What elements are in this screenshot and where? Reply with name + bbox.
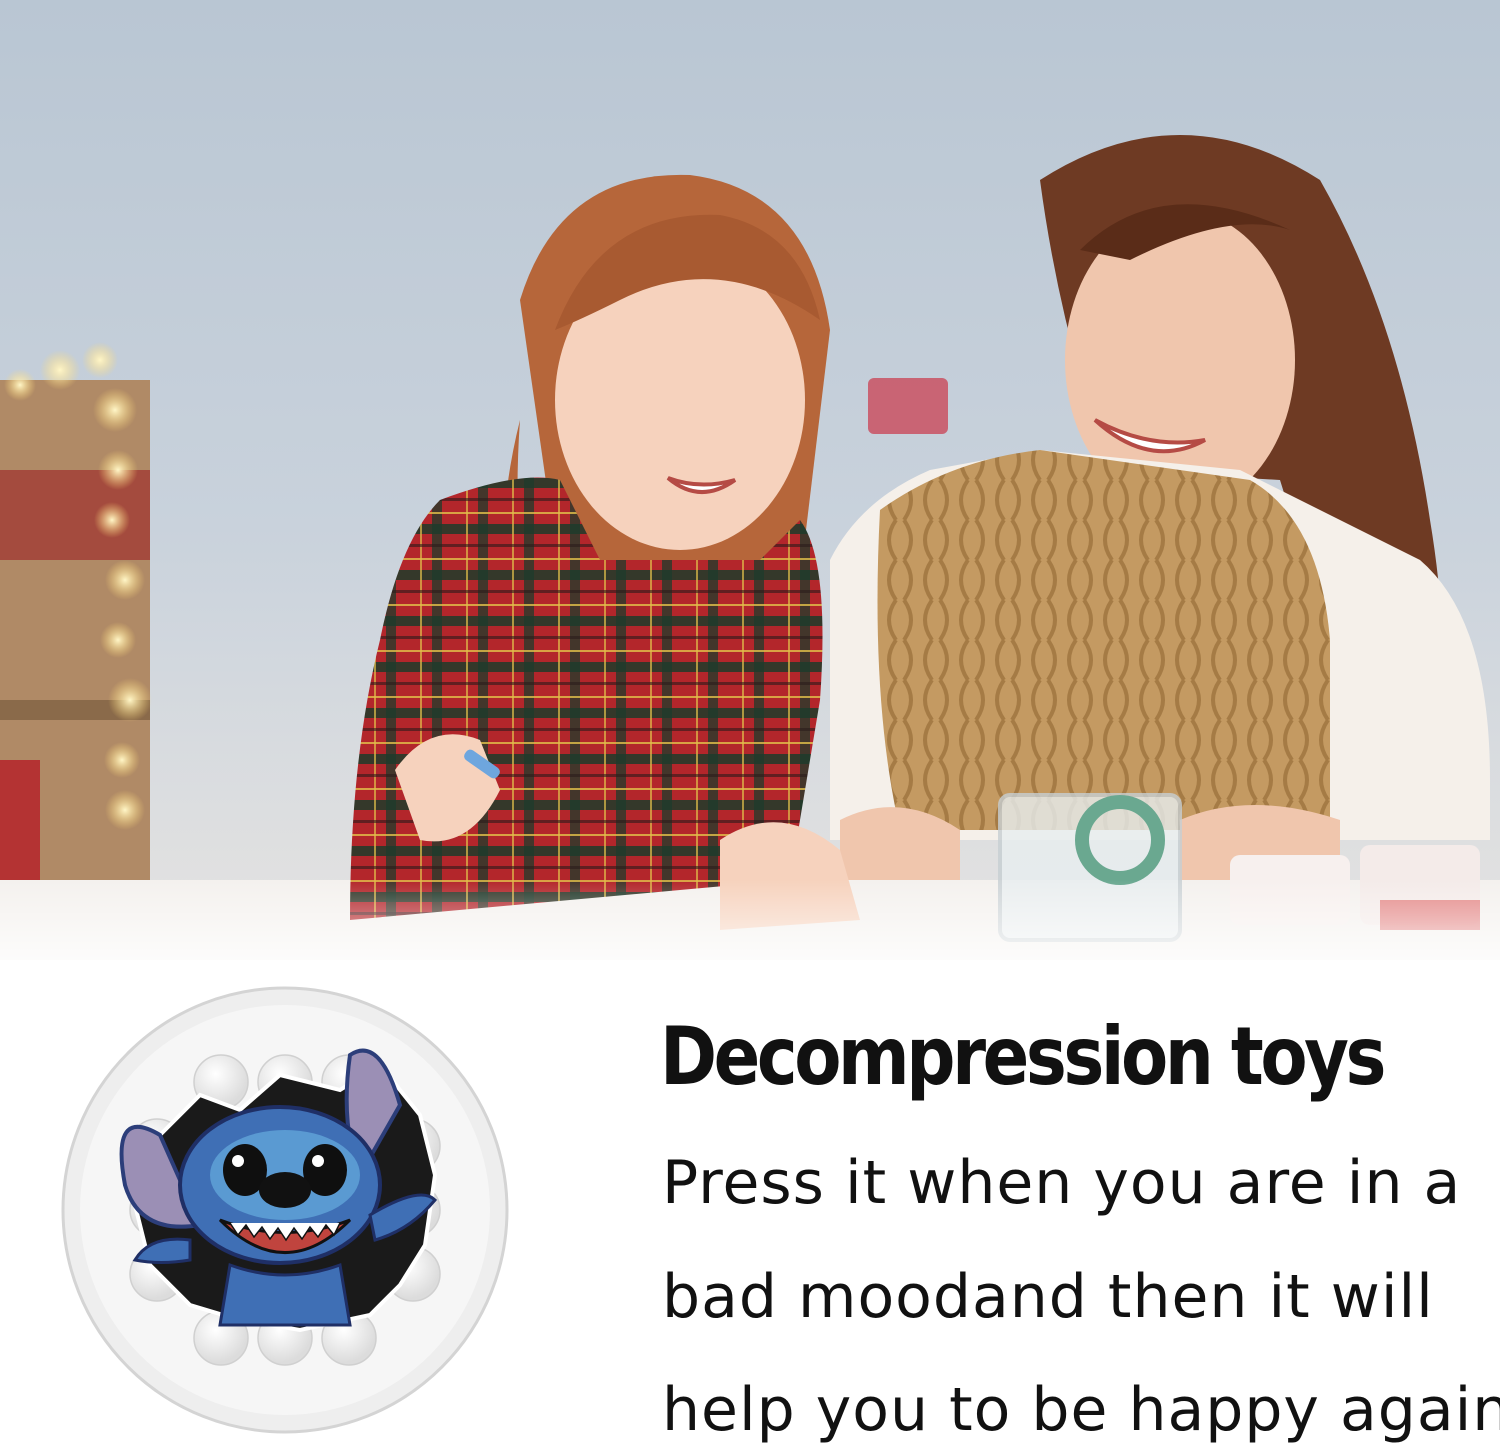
fidget-toy-image <box>40 985 530 1435</box>
headline: Decompression toys <box>660 1010 1387 1103</box>
lifestyle-photo <box>0 0 1500 960</box>
description-line-2: bad moodand then it will <box>662 1262 1434 1332</box>
description-line-3: help you to be happy again. <box>662 1375 1500 1445</box>
push-pop-toy-illustration <box>61 986 509 1434</box>
description-line-1: Press it when you are in a <box>662 1148 1462 1218</box>
photo-illustration <box>0 0 1500 960</box>
photo-fade-overlay <box>0 880 1500 1000</box>
